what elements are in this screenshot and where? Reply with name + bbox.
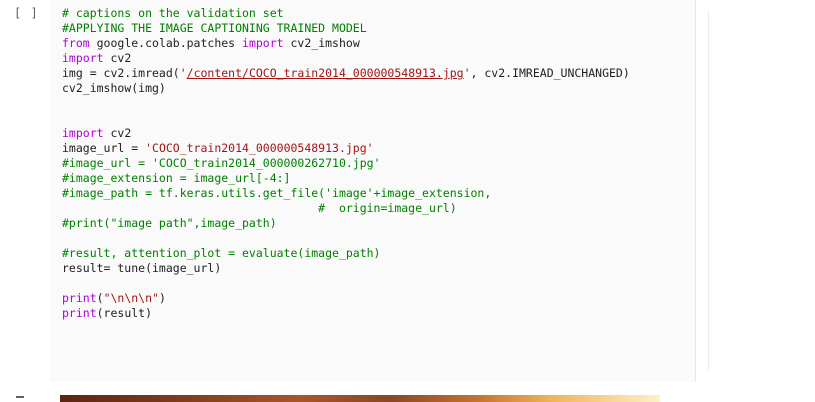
code-token: ' [179, 66, 187, 80]
code-line[interactable] [62, 111, 630, 126]
code-token: import [62, 51, 104, 65]
code-line[interactable] [62, 231, 630, 246]
code-line[interactable]: image_url = 'COCO_train2014_000000548913… [62, 141, 630, 156]
code-token: cv2_imshow(img) [62, 81, 166, 95]
code-token: (result) [96, 306, 153, 320]
code-token: 'COCO_train2014_000000548913.jpg' [145, 141, 374, 155]
code-token: #image_extension = image_url[-4:] [62, 171, 291, 185]
code-line[interactable]: from google.colab.patches import cv2_ims… [62, 36, 630, 51]
code-token: #image_url = 'COCO_train2014_00000026271… [62, 156, 381, 170]
output-image [60, 395, 660, 402]
code-line[interactable]: #print("image path",image_path) [62, 216, 630, 231]
code-line[interactable] [62, 276, 630, 291]
code-token: /content/COCO_train2014_000000548913.jpg [186, 66, 464, 80]
code-line[interactable]: #result, attention_plot = evaluate(image… [62, 246, 630, 261]
code-editor[interactable]: # captions on the validation set #APPLYIN… [62, 6, 630, 321]
code-token: #APPLYING THE IMAGE CAPTIONING TRAINED M… [62, 21, 367, 35]
code-token: cv2_imshow [283, 36, 360, 50]
code-token: "\n\n\n" [103, 291, 159, 305]
code-line[interactable]: print(result) [62, 306, 630, 321]
code-token: import [242, 36, 284, 50]
code-token: ) [158, 291, 166, 305]
code-line[interactable]: import cv2 [62, 51, 630, 66]
code-token: # captions on the validation set [62, 6, 284, 20]
code-line[interactable]: result= tune(image_url) [62, 261, 630, 276]
code-token: #image_path = tf.keras.utils.get_file('i… [62, 186, 492, 200]
code-line[interactable]: # origin=image_url) [62, 201, 630, 216]
code-token: # origin=image_url) [62, 201, 457, 215]
code-token: from [62, 36, 90, 50]
code-token: img = cv2.imread( [62, 66, 180, 80]
code-line[interactable]: #image_extension = image_url[-4:] [62, 171, 630, 186]
code-line[interactable]: # captions on the validation set [62, 6, 630, 21]
code-token: print [62, 291, 97, 305]
code-token: , cv2.IMREAD_UNCHANGED) [470, 66, 630, 80]
code-token: #result, attention_plot = evaluate(image… [62, 246, 381, 260]
code-line[interactable]: print("\n\n\n") [62, 291, 630, 306]
code-line[interactable] [62, 96, 630, 111]
code-token: ' [463, 66, 471, 80]
code-token: cv2 [103, 126, 132, 140]
code-line[interactable]: cv2_imshow(img) [62, 81, 630, 96]
code-token: image_url = [62, 141, 146, 155]
code-line[interactable]: import cv2 [62, 126, 630, 141]
code-token: print [62, 306, 97, 320]
run-cell-button[interactable]: [ ] [14, 6, 39, 20]
code-line[interactable]: #APPLYING THE IMAGE CAPTIONING TRAINED M… [62, 21, 630, 36]
code-token: #print("image path",image_path) [62, 216, 277, 230]
code-token: google.colab.patches [89, 36, 243, 50]
editor-ruler [708, 10, 709, 370]
code-token: import [62, 126, 104, 140]
code-token: cv2 [103, 51, 132, 65]
code-line[interactable]: #image_url = 'COCO_train2014_00000026271… [62, 156, 630, 171]
code-line[interactable]: img = cv2.imread('/content/COCO_train201… [62, 66, 630, 81]
code-line[interactable]: #image_path = tf.keras.utils.get_file('i… [62, 186, 630, 201]
code-token: result= tune(image_url) [62, 261, 222, 275]
code-token: ( [96, 291, 104, 305]
code-cell[interactable]: [ ] # captions on the validation set #APP… [0, 0, 815, 382]
output-collapse-icon[interactable] [16, 396, 24, 398]
